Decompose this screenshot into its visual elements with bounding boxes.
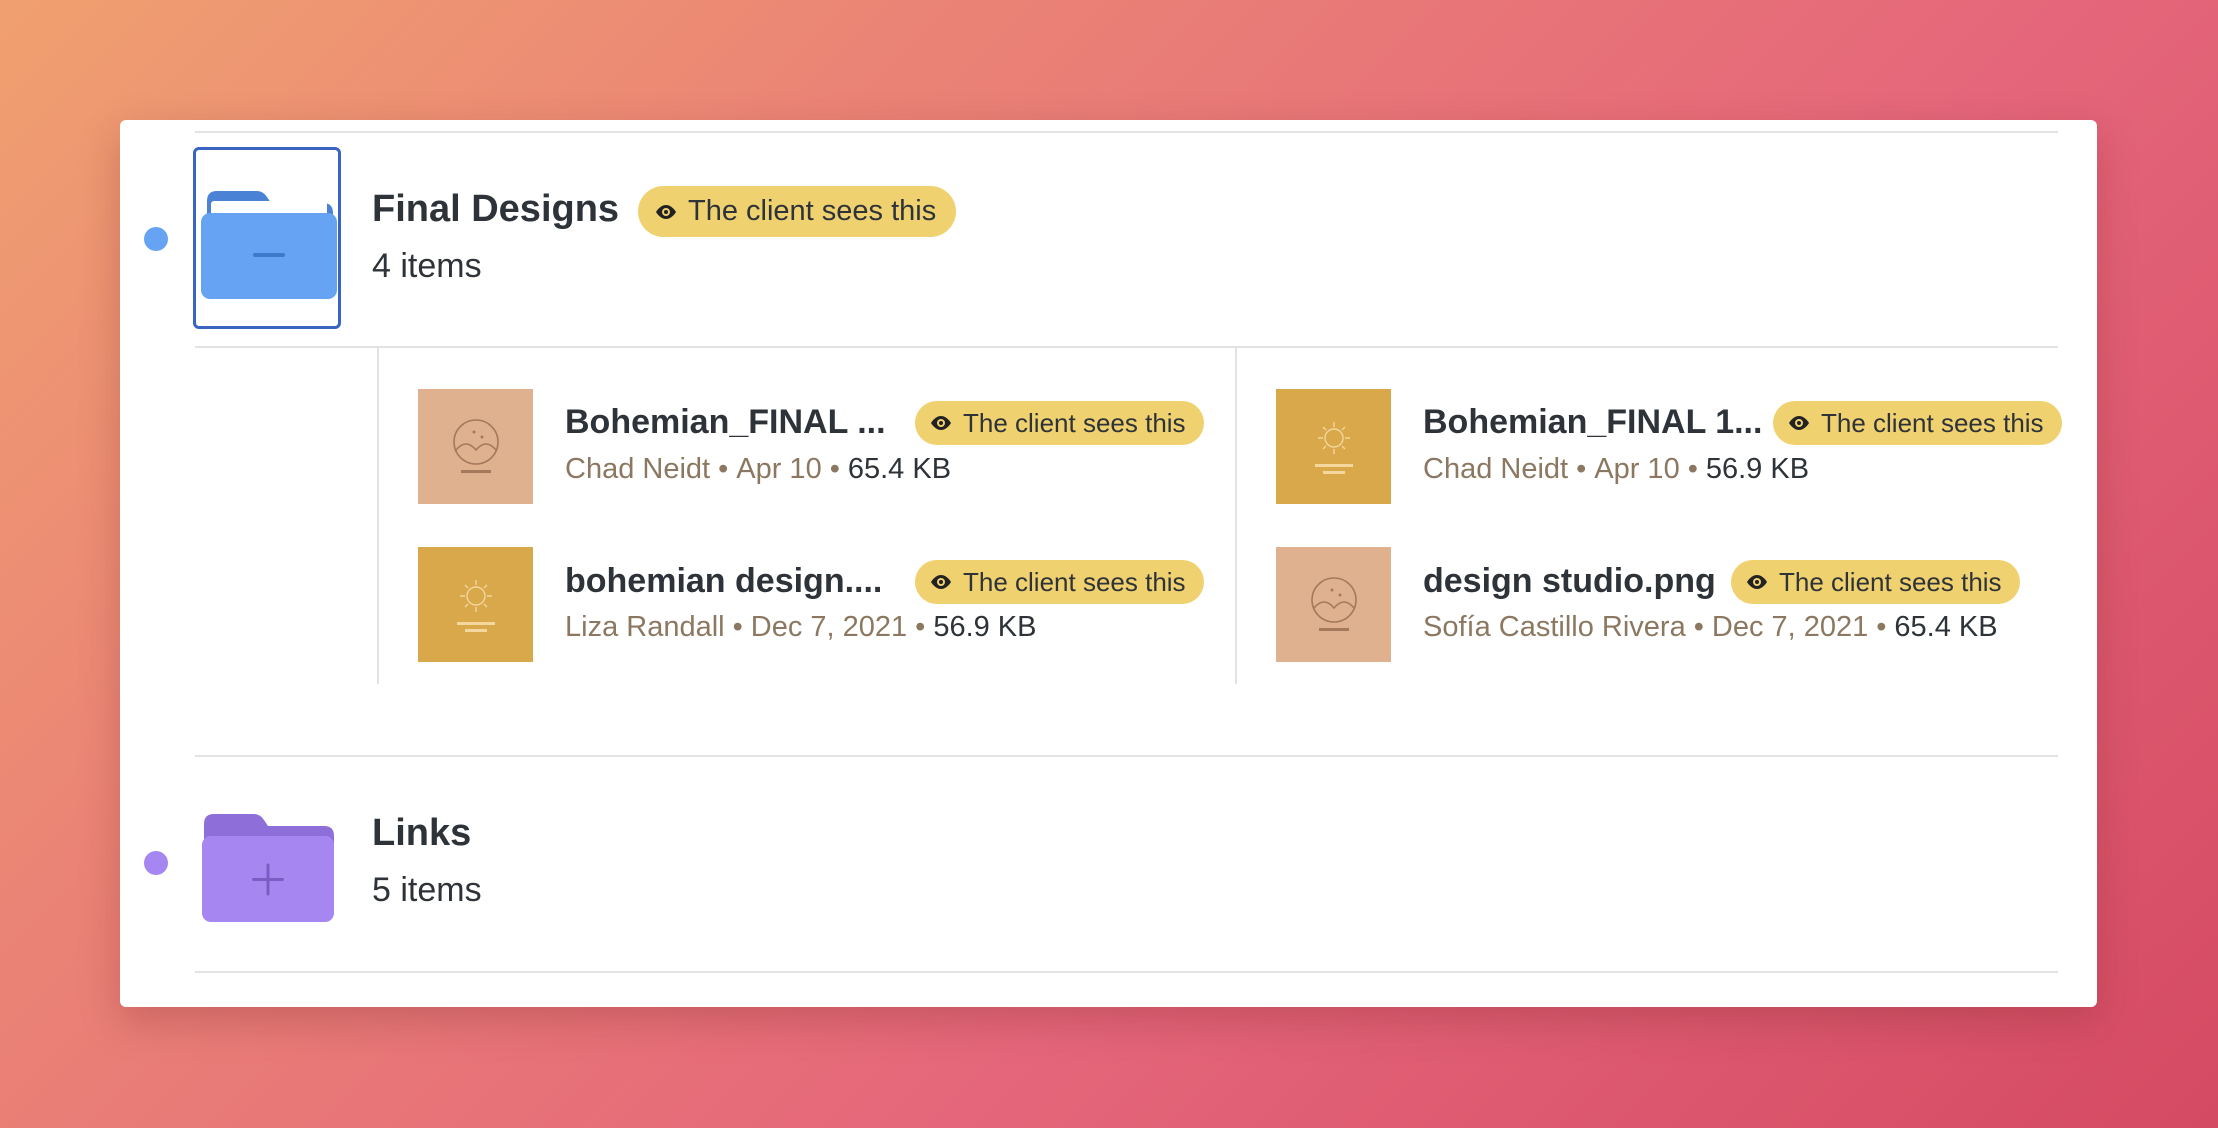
file-author: Liza Randall xyxy=(565,611,725,643)
file-author: Chad Neidt xyxy=(565,453,711,485)
file-name[interactable]: bohemian design.... xyxy=(565,562,882,601)
folder-title[interactable]: Final Designs xyxy=(372,188,619,231)
badge-label: The client sees this xyxy=(688,195,937,227)
eye-icon xyxy=(1789,416,1809,430)
file-meta: Chad Neidt • Apr 10 • 56.9 KB xyxy=(1423,453,1809,486)
eye-icon xyxy=(1747,575,1767,589)
badge-label: The client sees this xyxy=(1779,566,2002,597)
divider xyxy=(195,971,2058,973)
file-size: 56.9 KB xyxy=(1705,453,1810,485)
column-divider xyxy=(377,348,379,684)
client-visibility-badge[interactable]: The client sees this xyxy=(1731,560,2020,604)
file-thumbnail[interactable] xyxy=(418,389,533,504)
separator: • xyxy=(718,453,729,485)
client-visibility-badge[interactable]: The client sees this xyxy=(915,401,1204,445)
file-thumbnail[interactable] xyxy=(1276,547,1391,662)
file-meta: Chad Neidt • Apr 10 • 65.4 KB xyxy=(565,453,951,486)
file-size: 65.4 KB xyxy=(1894,611,1998,643)
folder-plus-icon xyxy=(202,814,334,922)
file-thumbnail[interactable] xyxy=(418,547,533,662)
folder-links[interactable] xyxy=(198,806,340,926)
divider xyxy=(195,755,2058,757)
folder-minus-icon xyxy=(201,191,337,299)
file-name[interactable]: Bohemian_FINAL ... xyxy=(565,403,886,442)
logo-icon xyxy=(452,418,499,473)
file-date: Dec 7, 2021 xyxy=(1711,611,1869,643)
folder-color-dot xyxy=(144,851,168,875)
logo-icon xyxy=(456,579,495,632)
folder-title[interactable]: Links xyxy=(372,812,471,855)
file-thumbnail[interactable] xyxy=(1276,389,1391,504)
client-visibility-badge[interactable]: The client sees this xyxy=(1773,401,2062,445)
file-size: 56.9 KB xyxy=(933,611,1037,643)
files-card: Final Designs The client sees this 4 ite… xyxy=(120,120,2097,1007)
badge-label: The client sees this xyxy=(1821,407,2044,438)
file-date: Apr 10 xyxy=(1594,453,1680,485)
badge-label: The client sees this xyxy=(963,566,1186,597)
file-meta: Sofía Castillo Rivera • Dec 7, 2021 • 65.4 K… xyxy=(1423,611,1998,644)
badge-label: The client sees this xyxy=(963,407,1186,438)
eye-icon xyxy=(931,575,951,589)
file-author: Chad Neidt xyxy=(1423,453,1569,485)
separator: • xyxy=(915,611,926,643)
divider xyxy=(195,346,2058,348)
eye-icon xyxy=(931,416,951,430)
divider xyxy=(195,131,2058,133)
file-date: Apr 10 xyxy=(736,453,822,485)
client-visibility-badge[interactable]: The client sees this xyxy=(915,560,1204,604)
client-visibility-badge[interactable]: The client sees this xyxy=(638,186,957,237)
separator: • xyxy=(1876,611,1887,643)
eye-icon xyxy=(656,204,676,219)
separator: • xyxy=(732,611,743,643)
separator: • xyxy=(1693,611,1704,643)
logo-icon xyxy=(1310,576,1357,631)
file-name[interactable]: Bohemian_FINAL 1... xyxy=(1423,403,1762,442)
separator: • xyxy=(1687,453,1698,485)
separator: • xyxy=(1576,453,1587,485)
folder-final-designs[interactable] xyxy=(193,147,341,329)
logo-icon xyxy=(1314,421,1353,474)
column-divider xyxy=(1235,348,1237,684)
folder-item-count: 5 items xyxy=(372,871,482,909)
file-meta: Liza Randall • Dec 7, 2021 • 56.9 KB xyxy=(565,611,1037,644)
separator: • xyxy=(829,453,840,485)
folder-item-count: 4 items xyxy=(372,247,482,285)
file-size: 65.4 KB xyxy=(847,453,952,485)
file-date: Dec 7, 2021 xyxy=(750,611,908,643)
file-name[interactable]: design studio.png xyxy=(1423,562,1716,601)
file-author: Sofía Castillo Rivera xyxy=(1423,611,1686,643)
folder-color-dot xyxy=(144,227,168,251)
